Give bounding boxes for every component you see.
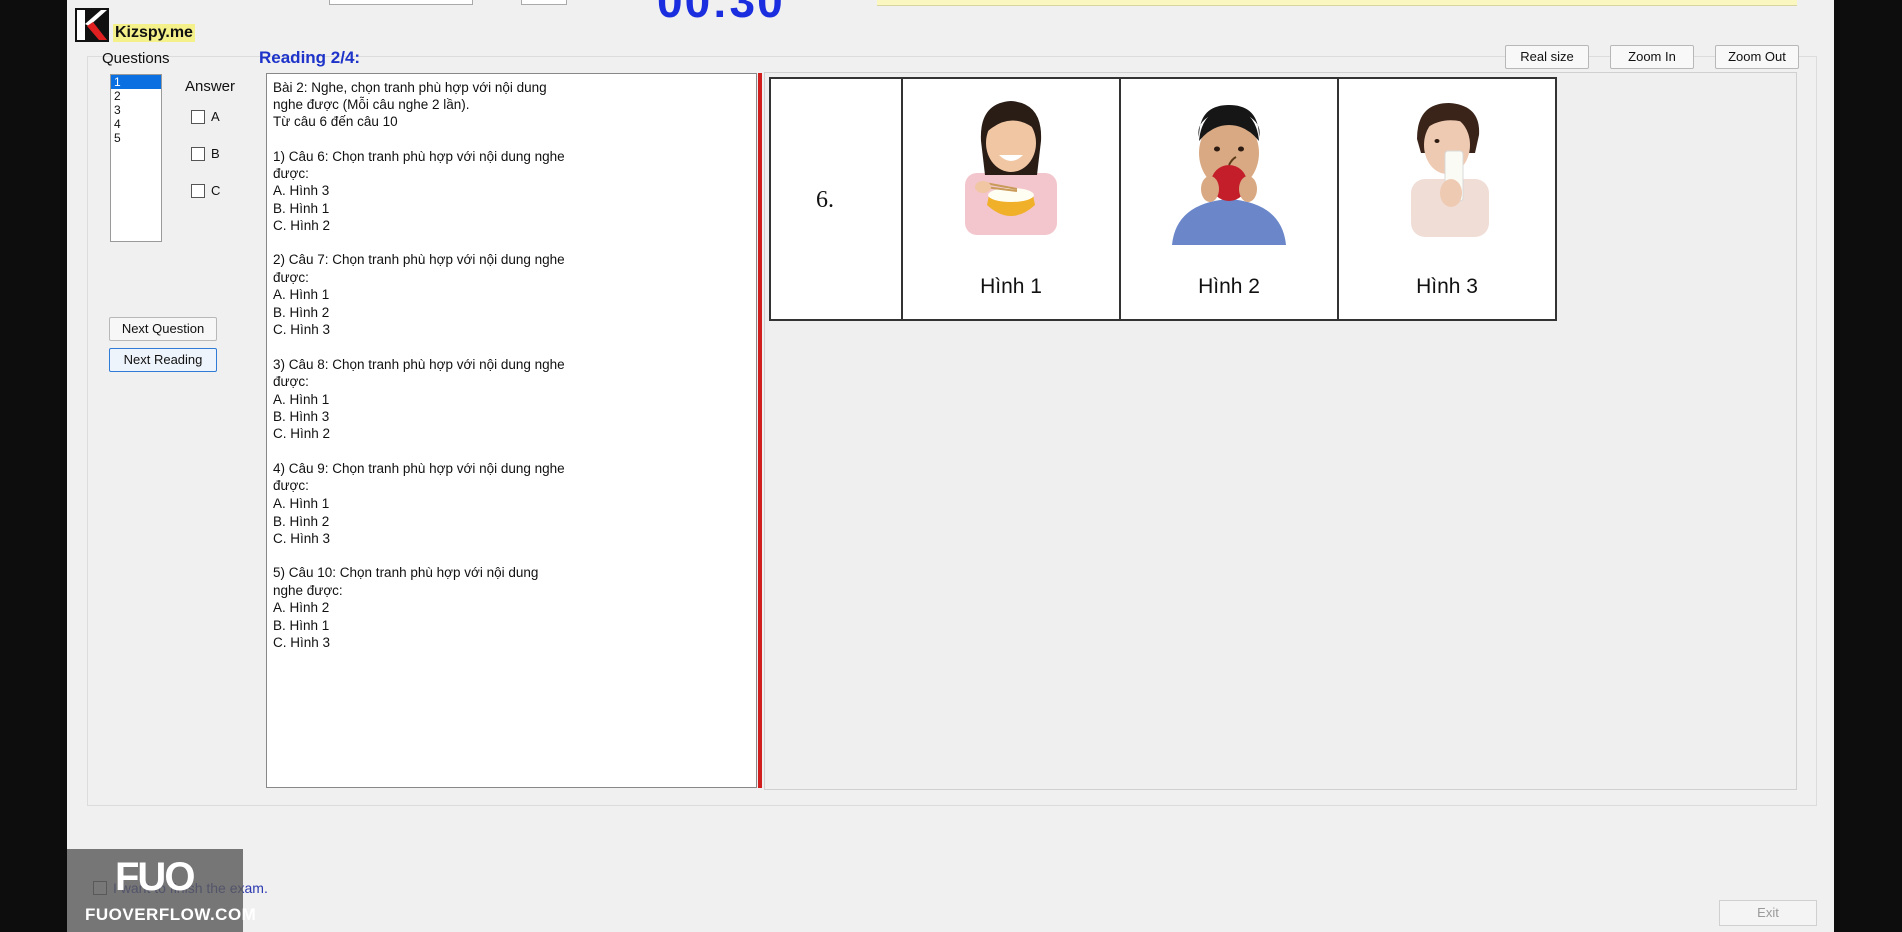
reading-line: Bài 2: Nghe, chọn tranh phù hợp với nội … <box>273 80 547 95</box>
next-question-button[interactable]: Next Question <box>109 317 217 341</box>
answer-b-label: B <box>211 146 220 161</box>
zoom-in-button[interactable]: Zoom In <box>1610 45 1694 69</box>
question-item-5[interactable]: 5 <box>111 131 161 145</box>
reading-line: B. Hình 3 <box>273 409 330 424</box>
question-number-cell: 6. <box>771 79 903 319</box>
answer-option-c[interactable]: C <box>191 183 220 198</box>
reading-line: C. Hình 2 <box>273 426 331 441</box>
exam-timer: 00:30 <box>657 0 785 27</box>
picture-cell-1: Hình 1 <box>903 79 1121 319</box>
exit-button[interactable]: Exit <box>1719 900 1817 926</box>
picture-table: 6. Hình 1 Hình 2 Hình 3 <box>769 77 1557 321</box>
answer-c-checkbox[interactable] <box>191 183 205 198</box>
kizspy-logo-text: Kizspy.me <box>113 24 195 42</box>
top-input[interactable] <box>521 0 567 5</box>
reading-line: nghe được (Mỗi câu nghe 2 lần). <box>273 97 470 112</box>
reading-line: nghe được: <box>273 583 343 598</box>
exam-window: 00:30 Kizspy.me Questions Reading 2/4: 1… <box>67 0 1834 932</box>
fuoverflow-watermark: FUO FUOVERFLOW.COM <box>67 849 256 932</box>
woman-drinking-milk-image <box>1411 103 1489 237</box>
reading-line: được: <box>273 478 309 493</box>
picture-cell-3: Hình 3 <box>1339 79 1555 319</box>
zoom-out-button[interactable]: Zoom Out <box>1715 45 1799 69</box>
reading-line: được: <box>273 166 309 181</box>
fuo-logo-mark: FUO <box>115 855 195 899</box>
reading-line: 1) Câu 6: Chọn tranh phù hợp với nội dun… <box>273 149 565 164</box>
reading-line: được: <box>273 270 309 285</box>
panel-splitter[interactable] <box>758 73 762 788</box>
reading-line: B. Hình 1 <box>273 618 330 633</box>
question-item-1[interactable]: 1 <box>111 75 161 89</box>
reading-line: A. Hình 2 <box>273 600 330 615</box>
reading-line: A. Hình 1 <box>273 496 330 511</box>
reading-line: 3) Câu 8: Chọn tranh phù hợp với nội dun… <box>273 357 565 372</box>
reading-line: A. Hình 1 <box>273 287 330 302</box>
top-combo[interactable] <box>329 0 473 5</box>
reading-line: C. Hình 2 <box>273 218 331 233</box>
top-toolbar: 00:30 <box>67 0 1834 27</box>
answer-b-checkbox[interactable] <box>191 146 205 161</box>
picture-caption-3: Hình 3 <box>1416 275 1478 298</box>
reading-line: C. Hình 3 <box>273 322 331 337</box>
boy-eating-apple-image <box>1172 105 1286 245</box>
reading-line: 2) Câu 7: Chọn tranh phù hợp với nội dun… <box>273 252 565 267</box>
reading-text-box[interactable]: Bài 2: Nghe, chọn tranh phù hợp với nội … <box>266 73 757 788</box>
answer-label: Answer <box>185 78 236 95</box>
questions-label: Questions <box>102 50 170 67</box>
answer-a-label: A <box>211 109 220 124</box>
answer-option-a[interactable]: A <box>191 109 220 124</box>
kizspy-logo-icon <box>75 8 109 42</box>
info-bar <box>877 0 1797 6</box>
next-reading-button[interactable]: Next Reading <box>109 348 217 372</box>
woman-eating-rice-image <box>965 101 1057 235</box>
picture-caption-2: Hình 2 <box>1198 275 1260 298</box>
question-number: 6. <box>816 187 834 213</box>
reading-line: được: <box>273 374 309 389</box>
question-item-4[interactable]: 4 <box>111 117 161 131</box>
picture-caption-1: Hình 1 <box>980 275 1042 298</box>
reading-line: A. Hình 1 <box>273 392 330 407</box>
reading-line: Từ câu 6 đến câu 10 <box>273 114 398 129</box>
question-item-3[interactable]: 3 <box>111 103 161 117</box>
reading-line: A. Hình 3 <box>273 183 330 198</box>
reading-line: 5) Câu 10: Chọn tranh phù hợp với nội du… <box>273 565 539 580</box>
question-list[interactable]: 1 2 3 4 5 <box>110 74 162 242</box>
question-item-2[interactable]: 2 <box>111 89 161 103</box>
reading-line: B. Hình 2 <box>273 514 330 529</box>
answer-option-b[interactable]: B <box>191 146 220 161</box>
reading-title: Reading 2/4: <box>259 48 361 67</box>
real-size-button[interactable]: Real size <box>1505 45 1589 69</box>
answer-c-label: C <box>211 183 221 198</box>
reading-line: C. Hình 3 <box>273 635 331 650</box>
reading-line: B. Hình 1 <box>273 201 330 216</box>
reading-line: B. Hình 2 <box>273 305 330 320</box>
reading-line: C. Hình 3 <box>273 531 331 546</box>
answer-a-checkbox[interactable] <box>191 109 205 124</box>
reading-line: 4) Câu 9: Chọn tranh phù hợp với nội dun… <box>273 461 565 476</box>
fuo-logo-text: FUOVERFLOW.COM <box>85 905 257 924</box>
picture-cell-2: Hình 2 <box>1121 79 1339 319</box>
